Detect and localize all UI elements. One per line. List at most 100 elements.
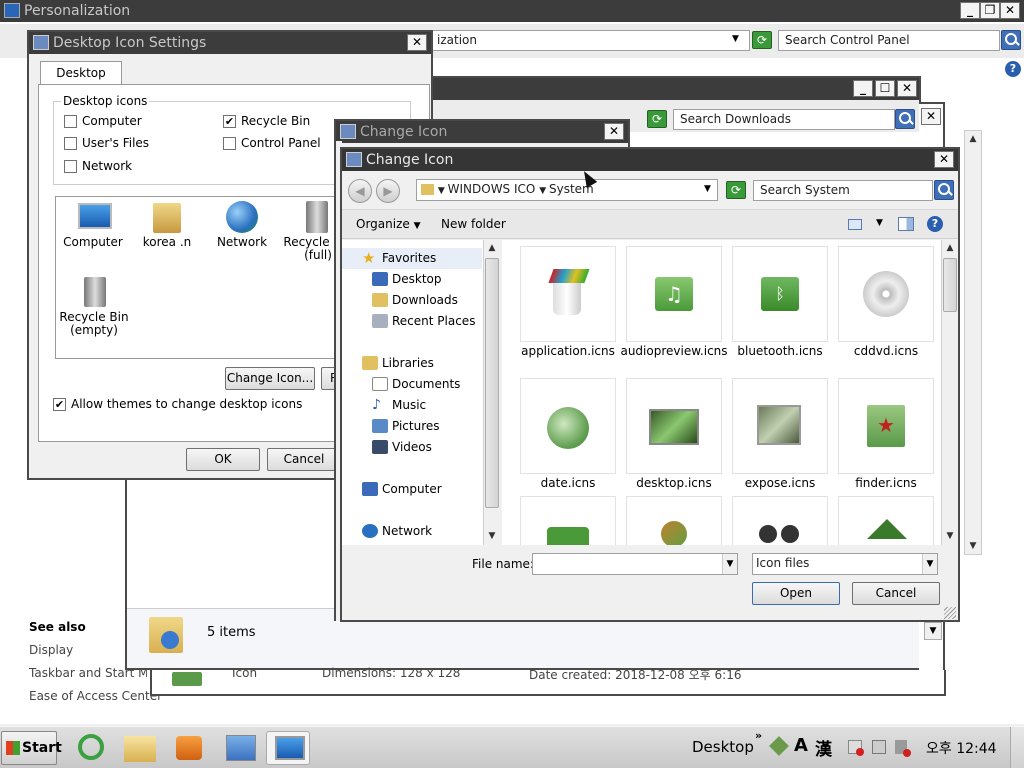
nav-documents[interactable]: Documents: [342, 374, 482, 395]
restore-button[interactable]: ❐: [980, 2, 1000, 19]
scroll-down-arrow[interactable]: ▼: [965, 538, 981, 554]
change-icon-button[interactable]: Change Icon...: [225, 367, 315, 390]
control-panel-checkbox[interactable]: [223, 137, 236, 150]
close-button[interactable]: ✕: [604, 123, 624, 140]
tab-desktop-icons[interactable]: Desktop Icons: [40, 61, 122, 102]
personalization-titlebar[interactable]: Personalization _ ❐ ✕: [0, 0, 1024, 22]
file-application[interactable]: [520, 246, 616, 342]
refresh-icon[interactable]: ⟳: [647, 110, 667, 128]
maximize-button[interactable]: ☐: [875, 80, 895, 97]
file-audiopreview[interactable]: ♫: [626, 246, 722, 342]
close-button[interactable]: ✕: [407, 34, 427, 51]
file-cddvd[interactable]: [838, 246, 934, 342]
nav-desktop[interactable]: Desktop: [342, 269, 482, 290]
see-also-display-link[interactable]: Display: [29, 643, 73, 657]
taskbar-ie-icon[interactable]: [68, 731, 112, 765]
file-desktop[interactable]: [626, 378, 722, 474]
nav-pictures[interactable]: Pictures: [342, 416, 482, 437]
minimize-button[interactable]: _: [853, 80, 873, 97]
file-name-input[interactable]: [532, 553, 738, 575]
personalization-address-bar[interactable]: ization: [430, 30, 750, 51]
nav-music[interactable]: ♪ Music: [342, 395, 482, 416]
nav-downloads[interactable]: Downloads: [342, 290, 482, 311]
nav-network[interactable]: Network: [342, 521, 482, 542]
search-icon[interactable]: [934, 180, 954, 200]
file-list-scrollbar[interactable]: ▲ ▼: [941, 240, 958, 545]
chevron-down-icon[interactable]: ▼: [704, 184, 711, 194]
file-row3-1[interactable]: [520, 496, 616, 545]
file-type-dropdown-icon[interactable]: ▼: [922, 554, 937, 574]
file-finder[interactable]: ★: [838, 378, 934, 474]
file-date[interactable]: [520, 378, 616, 474]
file-type-select[interactable]: Icon files: [752, 553, 938, 575]
refresh-icon[interactable]: ⟳: [726, 181, 746, 199]
minimize-button[interactable]: _: [960, 2, 980, 19]
computer-checkbox[interactable]: [64, 115, 77, 128]
forward-button[interactable]: ▶: [376, 179, 400, 203]
desktop-icon-settings-titlebar[interactable]: Desktop Icon Settings ✕: [29, 32, 431, 54]
search-system-input[interactable]: Search System: [753, 180, 933, 201]
nav-favorites[interactable]: ★ Favorites: [342, 248, 482, 269]
clock[interactable]: 오후 12:44: [926, 738, 997, 758]
downloads-scroll-down[interactable]: ▼: [924, 622, 942, 640]
computer-icon[interactable]: [78, 203, 112, 229]
search-control-panel-input[interactable]: Search Control Panel: [778, 30, 1000, 51]
search-icon[interactable]: [1001, 30, 1021, 50]
desktop-toolbar-label[interactable]: Desktop: [692, 738, 754, 756]
search-icon[interactable]: [895, 109, 915, 129]
action-center-icon[interactable]: [848, 740, 864, 756]
scroll-thumb[interactable]: [943, 258, 957, 312]
recycle-bin-empty-icon[interactable]: [84, 277, 106, 307]
resize-grip-icon[interactable]: [944, 607, 956, 619]
search-downloads-input[interactable]: Search Downloads: [673, 109, 895, 130]
change-icon-titlebar[interactable]: Change Icon ✕: [342, 149, 958, 171]
close-button[interactable]: ✕: [921, 108, 941, 125]
start-button[interactable]: Start: [1, 731, 62, 765]
ok-button[interactable]: OK: [186, 448, 260, 471]
nav-computer[interactable]: Computer: [342, 479, 482, 500]
chevron-down-icon[interactable]: ▼: [732, 34, 739, 44]
new-folder-button[interactable]: New folder: [441, 217, 506, 231]
file-name-dropdown-icon[interactable]: ▼: [722, 554, 737, 574]
see-also-ease-link[interactable]: Ease of Access Center: [29, 689, 162, 703]
scroll-up-arrow[interactable]: ▲: [942, 240, 958, 256]
users-files-checkbox[interactable]: [64, 137, 77, 150]
nav-videos[interactable]: Videos: [342, 437, 482, 458]
help-icon[interactable]: ?: [927, 216, 943, 232]
cancel-button[interactable]: Cancel: [852, 582, 940, 605]
allow-themes-checkbox[interactable]: ✔: [53, 398, 66, 411]
organize-menu[interactable]: Organize ▼: [356, 217, 421, 231]
recycle-bin-full-icon[interactable]: [306, 201, 328, 233]
network-tray-icon[interactable]: [872, 740, 886, 754]
user-folder-icon[interactable]: [153, 203, 181, 233]
recycle-bin-checkbox[interactable]: ✔: [223, 115, 236, 128]
taskbar-personalization-icon[interactable]: [266, 731, 310, 765]
nav-scrollbar[interactable]: ▲ ▼: [483, 240, 500, 545]
help-icon[interactable]: ?: [1005, 61, 1021, 77]
back-button[interactable]: ◀: [348, 179, 372, 203]
network-checkbox[interactable]: [64, 160, 77, 173]
toolbar-chevron-icon[interactable]: »: [755, 729, 762, 742]
close-button[interactable]: ✕: [897, 80, 917, 97]
ime-han-indicator[interactable]: 漢: [815, 735, 832, 760]
nav-recent-places[interactable]: Recent Places: [342, 311, 482, 332]
preview-pane-icon[interactable]: [898, 217, 914, 231]
breadcrumb-windows-ico[interactable]: WINDOWS ICO: [448, 182, 536, 196]
cancel-button[interactable]: Cancel: [267, 448, 341, 471]
file-row3-3[interactable]: [732, 496, 828, 545]
volume-icon[interactable]: [895, 740, 911, 757]
ime-tool-icon[interactable]: [769, 736, 789, 756]
file-row3-4[interactable]: [838, 496, 934, 545]
scroll-down-arrow[interactable]: ▼: [942, 528, 958, 544]
ime-a-indicator[interactable]: A: [794, 735, 808, 756]
file-bluetooth[interactable]: ᛒ: [732, 246, 828, 342]
nav-libraries[interactable]: Libraries: [342, 353, 482, 374]
taskbar-media-player-icon[interactable]: [166, 731, 210, 765]
scroll-up-arrow[interactable]: ▲: [965, 131, 981, 147]
taskbar-control-panel-icon[interactable]: [218, 731, 262, 765]
scroll-down-arrow[interactable]: ▼: [484, 528, 500, 544]
refresh-icon[interactable]: ⟳: [752, 31, 772, 49]
close-button[interactable]: ✕: [1000, 2, 1020, 19]
open-button[interactable]: Open: [752, 582, 840, 605]
taskbar-explorer-icon[interactable]: [118, 731, 162, 765]
